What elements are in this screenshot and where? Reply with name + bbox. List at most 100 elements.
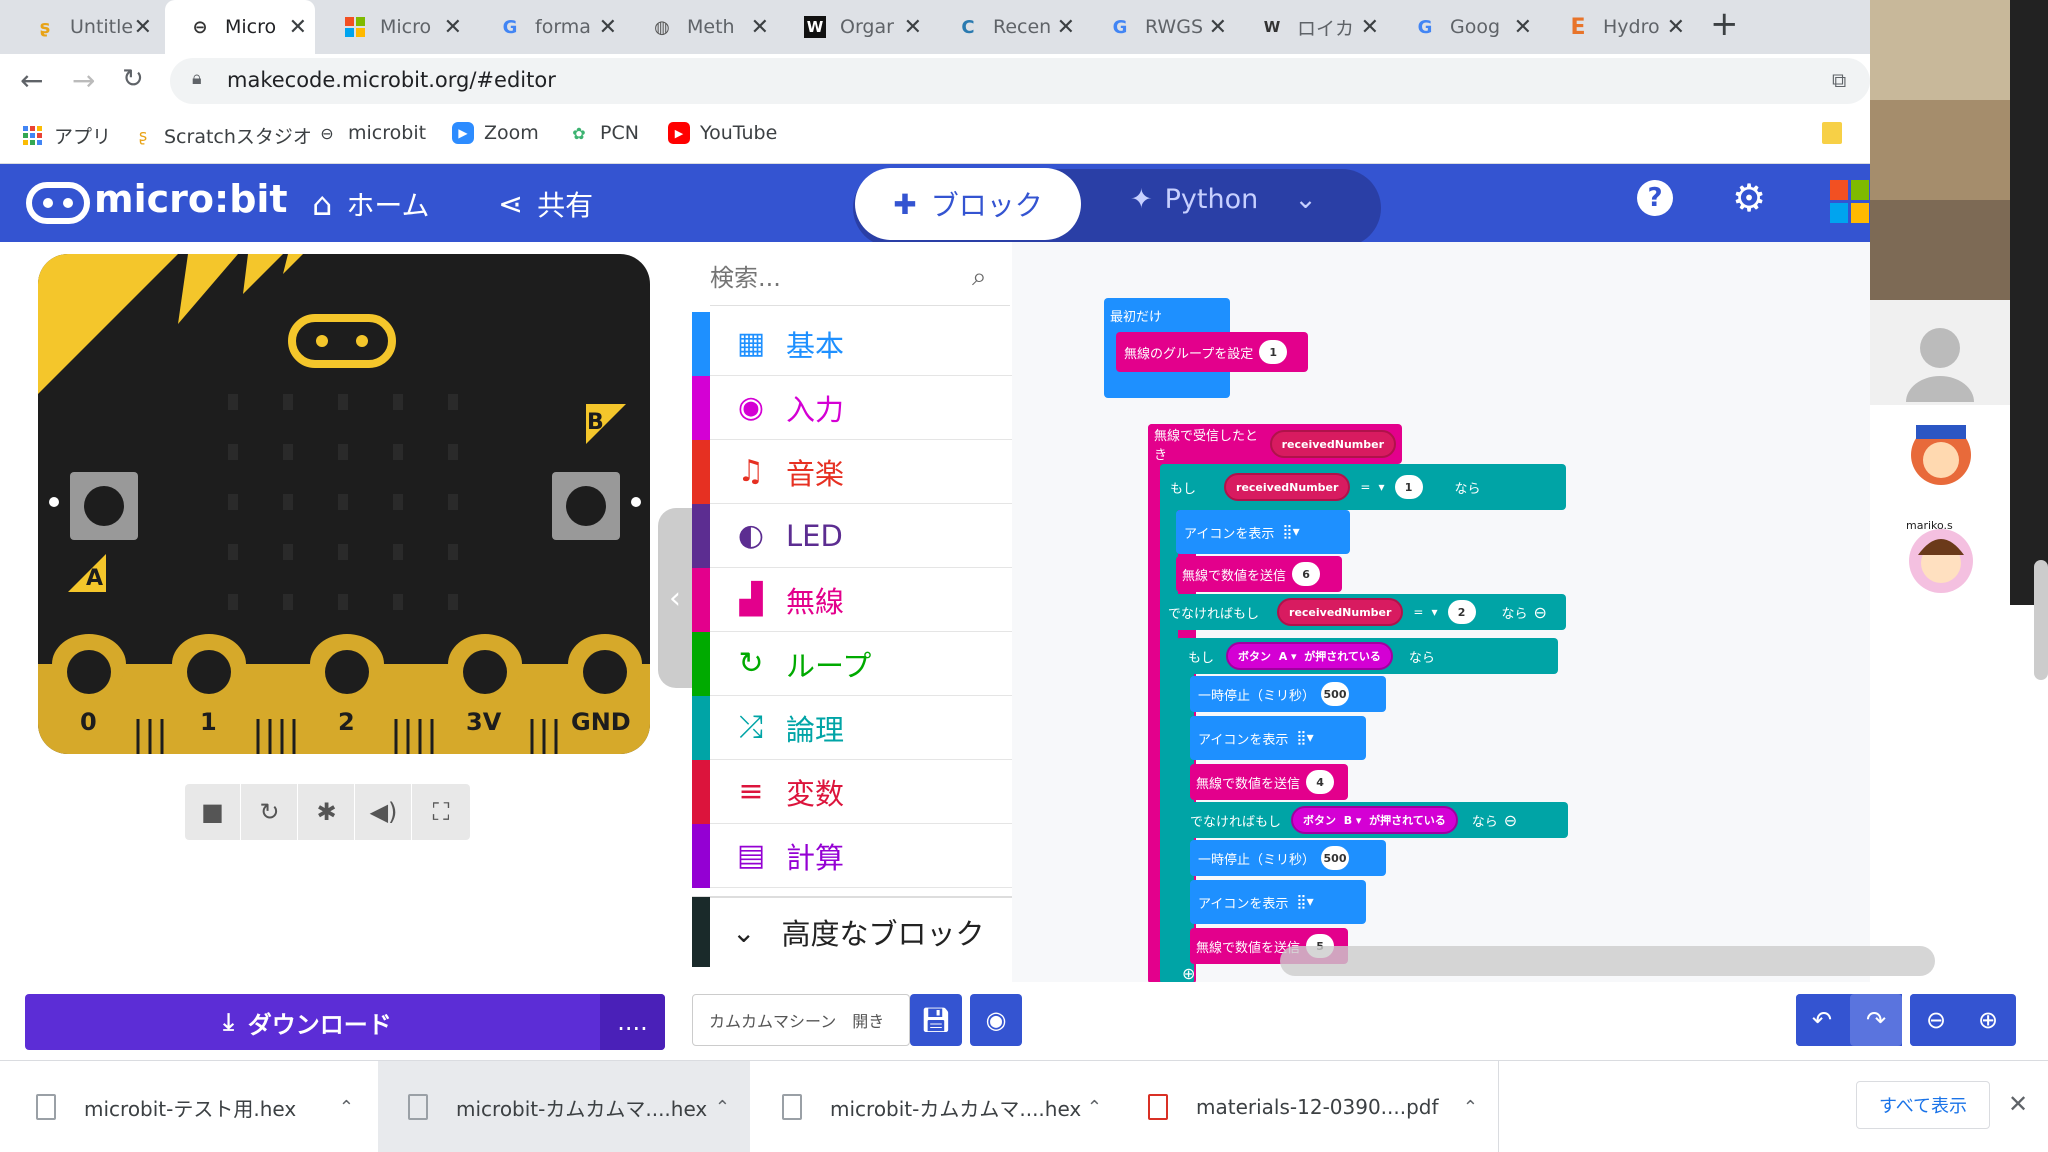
video-tile[interactable]: [1870, 100, 2010, 200]
browser-tab-active[interactable]: ⊖ Micro ✕: [165, 0, 315, 54]
equals-operator[interactable]: =: [1360, 480, 1370, 494]
toolbox-search[interactable]: ⌕: [710, 250, 1010, 306]
home-button[interactable]: ⌂ ホーム: [312, 184, 429, 224]
plus-circle-icon[interactable]: ⊕: [1182, 964, 1195, 982]
bookmark-pcn[interactable]: ✿ PCN: [568, 122, 639, 144]
microsoft-logo-icon[interactable]: [1830, 180, 1870, 224]
close-icon[interactable]: ✕: [444, 15, 462, 40]
browser-tab[interactable]: W ロイカ ✕: [1237, 0, 1387, 54]
reload-icon[interactable]: ↻: [122, 64, 144, 94]
bookmark-zoom[interactable]: ▶ Zoom: [452, 122, 539, 144]
close-icon[interactable]: ✕: [1209, 15, 1227, 40]
close-icon[interactable]: ✕: [904, 15, 922, 40]
collapse-simulator-button[interactable]: ‹: [658, 508, 692, 688]
download-item[interactable]: microbit-テスト用.hex ⌃: [0, 1061, 374, 1152]
workspace-scrollbar[interactable]: [1280, 946, 1935, 976]
chevron-up-icon[interactable]: ⌃: [1463, 1097, 1478, 1118]
bookmark-apps[interactable]: アプリ: [22, 122, 111, 149]
browser-tab[interactable]: G Goog ✕: [1390, 0, 1540, 54]
help-icon[interactable]: ?: [1637, 180, 1673, 216]
button-a-option[interactable]: A: [1279, 650, 1288, 663]
save-button[interactable]: 💾︎: [910, 994, 962, 1046]
back-icon[interactable]: ←: [20, 64, 43, 97]
send-number-block[interactable]: 無線で数値を送信 4: [1190, 764, 1348, 800]
browser-tab[interactable]: G RWGS ✕: [1085, 0, 1235, 54]
show-icon-block[interactable]: アイコンを表示 ⣿▾: [1190, 716, 1366, 760]
if-block[interactable]: もし receivedNumber = ▾ 1 なら: [1160, 464, 1566, 510]
video-tile[interactable]: mariko.s: [1870, 505, 2010, 605]
smile-icon[interactable]: ⣿▾: [1282, 524, 1299, 540]
set-group-block[interactable]: 無線のグループを設定 1: [1116, 332, 1308, 372]
python-tab[interactable]: ✦ Python ⌄: [1130, 184, 1317, 215]
category-input[interactable]: ◉ 入力: [692, 375, 1012, 440]
sound-icon[interactable]: ◀︎): [356, 784, 412, 840]
else-if-button-b-block[interactable]: でなければもし ボタン B ▾ が押されている なら ⊖: [1176, 802, 1568, 838]
pin-gnd-label[interactable]: GND: [571, 708, 631, 736]
video-tile[interactable]: [1870, 405, 2010, 505]
pin-0-label[interactable]: 0: [80, 708, 97, 736]
received-number-var[interactable]: receivedNumber: [1224, 473, 1351, 501]
close-icon[interactable]: ✕: [1057, 15, 1075, 40]
url-text[interactable]: makecode.microbit.org/#editor: [227, 68, 556, 92]
search-icon[interactable]: ⌕: [972, 262, 987, 293]
else-if-block[interactable]: でなければもし receivedNumber = ▾ 2 なら ⊖: [1160, 594, 1566, 630]
minus-circle-icon[interactable]: ⊖: [1534, 603, 1547, 622]
bookmark-microbit[interactable]: ⊖ microbit: [316, 122, 426, 144]
category-basic[interactable]: ▦ 基本: [692, 311, 1012, 376]
chevron-up-icon[interactable]: ⌃: [1087, 1097, 1102, 1118]
close-icon[interactable]: ✕: [1667, 15, 1685, 40]
arrow-pattern-icon[interactable]: ⣿▾: [1296, 730, 1313, 746]
close-icon[interactable]: ✕: [1514, 15, 1532, 40]
close-icon[interactable]: ✕: [1361, 15, 1379, 40]
on-received-block[interactable]: 無線で受信したとき receivedNumber: [1148, 424, 1402, 464]
equals-operator[interactable]: =: [1413, 605, 1423, 619]
pause-value[interactable]: 500: [1321, 846, 1350, 870]
category-led[interactable]: ◐ LED: [692, 503, 1012, 568]
send-value[interactable]: 4: [1306, 770, 1335, 794]
share-button[interactable]: ⋖ 共有: [498, 184, 593, 224]
pause-value[interactable]: 500: [1321, 682, 1350, 706]
pin-2-label[interactable]: 2: [338, 708, 355, 736]
more-button[interactable]: ....: [600, 994, 665, 1050]
category-radio[interactable]: ▟ 無線: [692, 567, 1012, 632]
redo-button[interactable]: ↷: [1850, 994, 1902, 1046]
undo-button[interactable]: ↶: [1796, 994, 1848, 1046]
dropdown-icon[interactable]: ▾: [1431, 605, 1437, 619]
bookmark-folder-icon[interactable]: [1822, 122, 1842, 144]
chevron-up-icon[interactable]: ⌃: [715, 1097, 730, 1118]
show-icon-block[interactable]: アイコンを表示 ⣿▾: [1176, 510, 1350, 554]
close-icon[interactable]: ✕: [751, 15, 769, 40]
pin-1-label[interactable]: 1: [200, 708, 217, 736]
zoom-out-button[interactable]: ⊖: [1910, 994, 1962, 1046]
category-loops[interactable]: ↻ ループ: [692, 631, 1012, 696]
show-all-button[interactable]: すべて表示: [1856, 1081, 1990, 1129]
blocks-workspace[interactable]: 最初だけ 無線のグループを設定 1 無線で受信したとき receivedNumber…: [1012, 242, 1870, 982]
dropdown-icon[interactable]: ▾: [1378, 480, 1384, 494]
fullscreen-icon[interactable]: ⛶: [413, 784, 469, 840]
new-tab-icon[interactable]: +: [1710, 4, 1739, 44]
translate-icon[interactable]: ⧉: [1832, 68, 1846, 92]
button-b-option[interactable]: B: [1344, 814, 1352, 827]
close-icon[interactable]: ✕: [599, 15, 617, 40]
project-name-input[interactable]: カムカムマシーン 開き: [692, 994, 910, 1046]
page-scrollbar[interactable]: [2034, 560, 2048, 680]
bookmark-scratch[interactable]: ʂ Scratchスタジオ: [132, 122, 312, 149]
close-icon[interactable]: ✕: [289, 15, 307, 40]
group-value[interactable]: 1: [1259, 340, 1288, 364]
stop-icon[interactable]: ■: [185, 784, 241, 840]
zoom-in-button[interactable]: ⊕: [1962, 994, 2014, 1046]
search-input[interactable]: [710, 260, 950, 296]
browser-tab[interactable]: W Orgar ✕: [780, 0, 930, 54]
download-button[interactable]: ⤓ ダウンロード ....: [25, 994, 665, 1050]
video-tile[interactable]: [1870, 300, 2010, 405]
category-music[interactable]: ♫ 音楽: [692, 439, 1012, 504]
restart-icon[interactable]: ↻: [242, 784, 298, 840]
blocks-tab[interactable]: ✚ ブロック: [855, 168, 1081, 240]
video-tile[interactable]: [1870, 200, 2010, 300]
download-item[interactable]: microbit-カムカムマ....hex ⌃: [752, 1061, 1122, 1152]
minus-circle-icon[interactable]: ⊖: [1504, 811, 1517, 830]
pin-3v-label[interactable]: 3V: [466, 708, 501, 736]
category-logic[interactable]: ⤮ 論理: [692, 695, 1012, 760]
browser-tab[interactable]: Gforma ✕: [475, 0, 625, 54]
compare-value[interactable]: 2: [1447, 600, 1476, 624]
